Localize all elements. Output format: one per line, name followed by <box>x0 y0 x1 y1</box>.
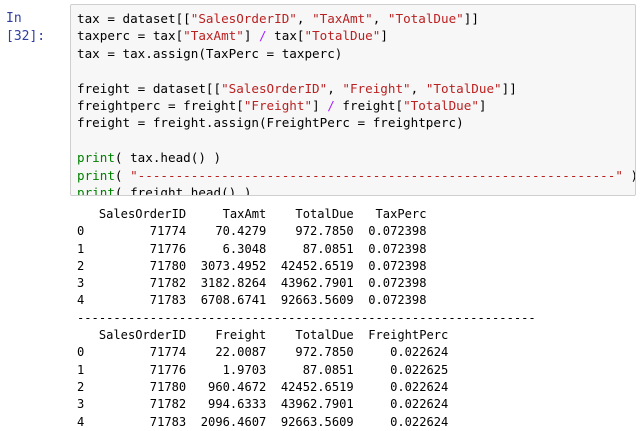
code-token: tax[ <box>266 28 305 44</box>
output-line: ----------------------------------------… <box>77 310 536 325</box>
code-token: freight = dataset[[ <box>77 80 222 96</box>
code-token: "TotalDue" <box>403 97 479 113</box>
code-editor[interactable]: tax = dataset[["SalesOrderID", "TaxAmt",… <box>70 4 636 196</box>
code-token: print <box>77 184 115 196</box>
code-token: "TaxAmt" <box>183 28 244 44</box>
code-line: print( tax.head() ) <box>77 149 631 166</box>
code-token: ( <box>114 167 131 183</box>
code-token: "SalesOrderID" <box>221 80 328 96</box>
output-line: 4 71783 2096.4607 92663.5609 0.022624 <box>77 414 449 429</box>
code-token: , <box>296 11 313 26</box>
input-prompt: In [32]: <box>6 11 46 44</box>
code-token: , <box>327 80 343 96</box>
code-token: "Freight" <box>342 80 411 96</box>
code-line: tax = tax.assign(TaxPerc = taxperc) <box>77 45 631 62</box>
code-token: ) <box>623 168 635 183</box>
code-token: ] <box>312 97 328 113</box>
code-token: "TotalDue" <box>387 11 464 26</box>
code-token: freight[ <box>334 97 404 113</box>
code-token: taxperc = tax[ <box>77 28 184 44</box>
code-token: ( tax.head() ) <box>114 150 222 166</box>
code-line: print( "--------------------------------… <box>77 167 635 184</box>
output-line: 3 71782 3182.8264 43962.7901 0.072398 <box>77 276 427 291</box>
output-line: 4 71783 6708.6741 92663.5609 0.072398 <box>77 293 427 308</box>
output-line: 1 71776 6.3048 87.0851 0.072398 <box>77 241 427 256</box>
code-token: "Freight" <box>243 97 313 113</box>
code-token: freightperc = freight[ <box>77 97 244 113</box>
code-token: ]] <box>501 80 517 96</box>
code-token: print <box>77 150 115 166</box>
code-token: , <box>372 11 388 26</box>
output-line: 2 71780 960.4672 42452.6519 0.022624 <box>77 379 449 394</box>
code-token: ] <box>243 28 259 44</box>
code-token: / <box>327 97 335 113</box>
code-token: ] <box>380 28 388 44</box>
code-token: freight = freight.assign(FreightPerc = f… <box>77 115 464 131</box>
notebook-cell: In [32]: tax = dataset[["SalesOrderID", … <box>0 0 640 431</box>
code-line: freightperc = freight["Freight"] / freig… <box>77 97 631 114</box>
output-line: 2 71780 3073.4952 42452.6519 0.072398 <box>77 258 427 273</box>
output-line: 3 71782 994.6333 43962.7901 0.022624 <box>77 397 449 412</box>
code-token: "TaxAmt" <box>312 11 373 26</box>
output-area: SalesOrderID TaxAmt TotalDue TaxPerc 0 71… <box>77 206 637 431</box>
code-block[interactable]: tax = dataset[["SalesOrderID", "TaxAmt",… <box>71 5 635 196</box>
output-line: SalesOrderID TaxAmt TotalDue TaxPerc <box>77 207 427 221</box>
code-token: tax = tax.assign(TaxPerc = taxperc) <box>77 45 343 61</box>
output-line: 0 71774 70.4279 972.7850 0.072398 <box>77 224 427 239</box>
code-token: / <box>259 28 267 44</box>
code-line: freight = dataset[["SalesOrderID", "Frei… <box>77 80 631 97</box>
code-line: taxperc = tax["TaxAmt"] / tax["TotalDue"… <box>77 27 631 44</box>
code-token: "TotalDue" <box>304 28 381 44</box>
code-token: , <box>410 80 426 96</box>
code-token: ]] <box>463 11 479 26</box>
code-token: "TotalDue" <box>425 80 502 96</box>
code-token: ] <box>478 97 487 113</box>
code-line: print( freight.head() ) <box>77 184 631 196</box>
output-line: SalesOrderID Freight TotalDue FreightPer… <box>77 328 449 343</box>
code-token: "---------------------------------------… <box>130 167 623 183</box>
code-line: freight = freight.assign(FreightPerc = f… <box>77 114 631 131</box>
code-token: tax = dataset[[ <box>77 11 191 26</box>
output-line: 0 71774 22.0087 972.7850 0.022624 <box>77 345 449 360</box>
code-line: tax = dataset[["SalesOrderID", "TaxAmt",… <box>77 10 631 27</box>
output-text: SalesOrderID TaxAmt TotalDue TaxPerc 0 71… <box>77 206 637 431</box>
code-token: "SalesOrderID" <box>190 11 297 26</box>
output-line: 1 71776 1.9703 87.0851 0.022625 <box>77 362 449 377</box>
code-token: print <box>77 167 115 183</box>
code-token: ( freight.head() ) <box>114 184 252 196</box>
